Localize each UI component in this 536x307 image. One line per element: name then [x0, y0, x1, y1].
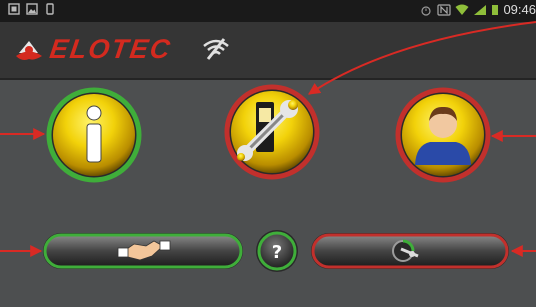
- connect-button[interactable]: [311, 233, 509, 269]
- help-label: ?: [272, 242, 282, 263]
- help-button[interactable]: ?: [256, 230, 298, 272]
- settings-button[interactable]: [224, 84, 320, 180]
- user-button[interactable]: [395, 87, 491, 183]
- arrow-to-settings: [308, 21, 536, 95]
- info-icon: [86, 105, 102, 163]
- handshake-button[interactable]: [43, 233, 243, 269]
- info-button[interactable]: [46, 87, 142, 183]
- main-graphics: ?: [0, 21, 536, 272]
